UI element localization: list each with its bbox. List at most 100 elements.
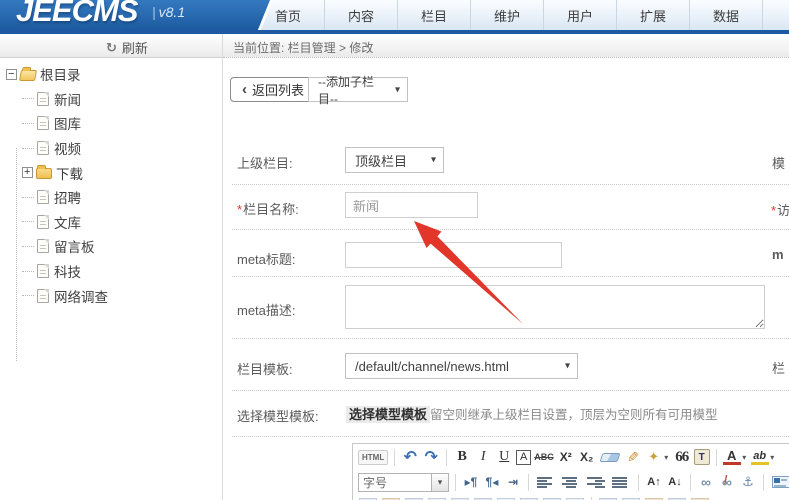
- editor-toolbar-button[interactable]: HTML: [358, 449, 389, 465]
- editor-toolbar-button[interactable]: [455, 473, 456, 491]
- editor-toolbar-button[interactable]: [715, 448, 717, 466]
- choose-model-template-link[interactable]: 选择模型模板: [346, 406, 431, 423]
- editor-toolbar-button[interactable]: A↓: [666, 472, 684, 492]
- tree-expander-icon[interactable]: [22, 98, 34, 100]
- tree-node-icon: [36, 165, 52, 180]
- nav-tab[interactable]: 内容: [325, 0, 398, 30]
- tree-expander-icon[interactable]: [22, 245, 34, 247]
- refresh-label: 刷新: [121, 41, 148, 56]
- editor-toolbar-button[interactable]: [599, 452, 621, 462]
- editor-toolbar-button[interactable]: [690, 473, 691, 491]
- tree-node[interactable]: 新闻: [22, 87, 218, 112]
- tree-node-icon: [37, 91, 49, 106]
- parent-channel-label: 上级栏目:: [237, 156, 293, 171]
- tree-node-icon: [37, 116, 49, 131]
- nav-tab[interactable]: 模: [763, 0, 789, 30]
- editor-toolbar-button[interactable]: ▾: [769, 447, 776, 467]
- tree-expander-icon[interactable]: [22, 221, 34, 223]
- nav-tab[interactable]: 维护: [471, 0, 544, 30]
- editor-toolbar-button[interactable]: 66: [673, 447, 691, 467]
- tree-node[interactable]: 留言板: [22, 234, 218, 259]
- editor-toolbar-button[interactable]: ↷: [422, 447, 440, 467]
- editor-toolbar-row3: [353, 495, 789, 500]
- editor-toolbar-button[interactable]: [591, 496, 592, 500]
- editor-toolbar-button[interactable]: ∞: [718, 472, 736, 492]
- tree-node[interactable]: 图库: [22, 111, 218, 136]
- tree-node[interactable]: 科技: [22, 259, 218, 284]
- tree-node[interactable]: 视频: [22, 136, 218, 161]
- editor-toolbar-button[interactable]: ▾: [741, 447, 748, 467]
- editor-toolbar-button[interactable]: ✦: [645, 447, 663, 467]
- editor-toolbar-button[interactable]: ∞: [697, 472, 715, 492]
- parent-channel-select[interactable]: 顶级栏目: [345, 147, 444, 173]
- meta-title-label: meta标题:: [237, 252, 296, 267]
- editor-toolbar-button[interactable]: ABC: [534, 447, 554, 467]
- editor-toolbar-button[interactable]: ⚓: [739, 472, 757, 492]
- editor-toolbar-button[interactable]: [446, 448, 448, 466]
- tree-node[interactable]: 网络调查: [22, 283, 218, 308]
- editor-toolbar-button[interactable]: ▾: [663, 447, 670, 467]
- editor-toolbar-button[interactable]: ✎: [624, 447, 642, 467]
- editor-toolbar-button[interactable]: ↶: [401, 447, 419, 467]
- editor-toolbar-button[interactable]: T: [693, 449, 710, 465]
- meta-title-input[interactable]: [345, 242, 562, 268]
- editor-toolbar-button[interactable]: ⇥: [504, 472, 522, 492]
- tree-expander-icon[interactable]: [22, 295, 34, 297]
- editor-toolbar-button[interactable]: 字号: [358, 472, 432, 492]
- tree-expander-icon[interactable]: [22, 270, 34, 272]
- editor-toolbar-button[interactable]: [763, 473, 764, 491]
- tree-node-label: 招聘: [54, 191, 81, 207]
- meta-description-textarea[interactable]: [345, 285, 765, 329]
- tree-expander-icon[interactable]: [6, 68, 17, 81]
- editor-toolbar-button[interactable]: A: [516, 449, 532, 465]
- tree-expander-icon[interactable]: [22, 147, 34, 149]
- editor-toolbar-button[interactable]: [587, 476, 605, 488]
- editor-toolbar-button[interactable]: ¶◂: [483, 472, 501, 492]
- tree-items: 根目录 新闻 图库 视频: [6, 62, 218, 308]
- refresh-button[interactable]: ↻ 刷新: [106, 38, 148, 57]
- editor-toolbar-button[interactable]: ▸¶: [462, 472, 480, 492]
- rich-text-editor: HTML ↶ ↷ B I U A ABC X² X₂ ✎ ✦ ▾ 66 T A ▾ ab ▾ 字号 ▾ ▸¶ ¶◂ ⇥ A↑ A…: [352, 443, 789, 500]
- jeecms-logo: JEECMS: [16, 0, 138, 28]
- channel-name-input[interactable]: [345, 192, 478, 218]
- editor-toolbar-button[interactable]: [562, 476, 580, 488]
- tree-node[interactable]: 招聘: [22, 185, 218, 210]
- editor-toolbar-button[interactable]: X₂: [578, 447, 596, 467]
- nav-tab[interactable]: 扩展: [617, 0, 690, 30]
- editor-toolbar-row2: 字号▾▸¶¶◂⇥A↑A↓∞∞⚓: [353, 470, 789, 494]
- editor-toolbar-button[interactable]: [612, 476, 630, 488]
- editor-toolbar-button[interactable]: X²: [557, 447, 575, 467]
- editor-toolbar-button[interactable]: I: [474, 447, 492, 467]
- sidebar-divider: [222, 34, 223, 500]
- nav-tabs: 首页 内容 栏目 维护 用户 扩展 数据: [252, 0, 789, 30]
- editor-toolbar-button[interactable]: [528, 473, 529, 491]
- tree-expander-icon[interactable]: [22, 122, 34, 124]
- editor-toolbar-button[interactable]: ab: [750, 449, 769, 465]
- back-to-list-button[interactable]: ‹ 返回列表: [230, 77, 317, 102]
- editor-toolbar-button[interactable]: A↑: [645, 472, 663, 492]
- editor-toolbar-button[interactable]: [537, 476, 555, 488]
- tree-expander-icon[interactable]: [22, 196, 34, 198]
- editor-toolbar-button[interactable]: [772, 476, 789, 488]
- nav-tab[interactable]: 用户: [544, 0, 617, 30]
- editor-toolbar-button[interactable]: [638, 473, 639, 491]
- tree-node[interactable]: 根目录: [6, 62, 218, 87]
- nav-tab[interactable]: 首页: [252, 0, 325, 30]
- editor-toolbar-button[interactable]: ▾: [431, 472, 449, 492]
- editor-toolbar-button[interactable]: [394, 448, 396, 466]
- tree-node-icon: [37, 190, 49, 205]
- tree-node[interactable]: 文库: [22, 210, 218, 235]
- tree-expander-icon[interactable]: [22, 166, 33, 179]
- right-column-field-label: m: [772, 247, 784, 262]
- nav-tab[interactable]: 数据: [690, 0, 763, 30]
- nav-tab[interactable]: 栏目: [398, 0, 471, 30]
- tree-node-icon: [37, 288, 49, 303]
- tree-node[interactable]: 下载: [22, 160, 218, 185]
- channel-template-select[interactable]: /default/channel/news.html: [345, 353, 578, 379]
- back-button-label: 返回列表: [252, 83, 305, 98]
- row-separator: [232, 229, 789, 230]
- editor-toolbar-button[interactable]: B: [453, 447, 471, 467]
- editor-toolbar-button[interactable]: A: [722, 448, 741, 465]
- add-child-channel-select[interactable]: --添加子栏目--: [308, 75, 408, 106]
- editor-toolbar-button[interactable]: U: [495, 447, 513, 467]
